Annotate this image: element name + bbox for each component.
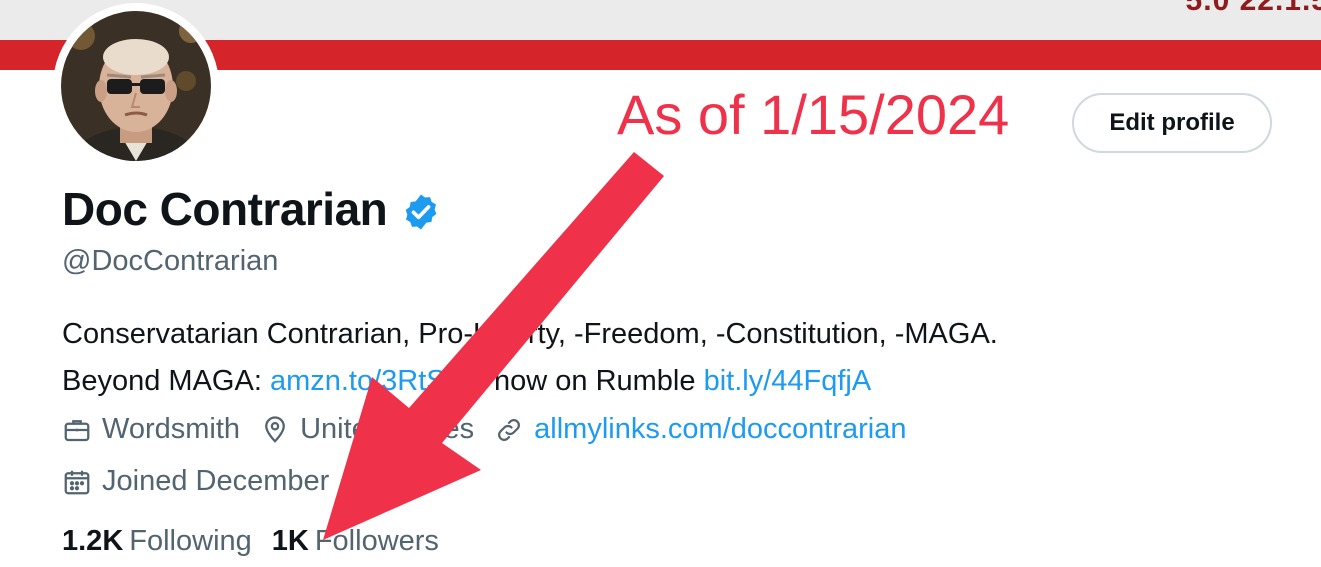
followers-link[interactable]: 1K Followers — [272, 525, 439, 558]
bio-link-amazon[interactable]: amzn.to/3RtS2L — [270, 365, 478, 397]
occupation-text: Wordsmith — [102, 413, 241, 445]
map-pin-icon — [260, 415, 290, 445]
meta-website[interactable]: allmylinks.com/doccontrarian — [494, 413, 906, 446]
user-handle: @DocContrarian — [62, 245, 279, 277]
following-count: 1.2K — [62, 525, 124, 557]
profile-meta-row: Wordsmith United States allmylinks.com/d… — [62, 413, 926, 446]
display-name-text: Doc Contrarian — [62, 183, 388, 235]
profile-bio: Conservatarian Contrarian, Pro-Liberty, … — [62, 311, 998, 405]
bio-line-1: Conservatarian Contrarian, Pro-Liberty, … — [62, 318, 998, 350]
bio-line-2: Beyond MAGA: amzn.to/3RtS2L, now on Rumb… — [62, 358, 998, 405]
meta-location: United States — [260, 413, 474, 446]
follow-stats: 1.2K Following 1K Followers — [62, 525, 459, 558]
display-name: Doc Contrarian — [62, 182, 441, 236]
meta-joined: Joined December — [62, 465, 329, 498]
profile-meta-row-joined: Joined December — [62, 465, 349, 498]
followers-count: 1K — [271, 525, 309, 557]
location-text: United States — [300, 413, 475, 445]
followers-label: Followers — [314, 525, 439, 557]
bio-line-2-prefix: Beyond MAGA: — [62, 365, 270, 397]
verified-badge-icon[interactable] — [401, 189, 441, 230]
link-icon — [494, 415, 524, 445]
bio-link-bitly[interactable]: bit.ly/44FqfjA — [704, 365, 872, 397]
edit-profile-button[interactable]: Edit profile — [1072, 93, 1272, 153]
banner-partial-text: 5.0 22.1.5 — [1185, 0, 1321, 17]
joined-text: Joined December — [102, 465, 330, 497]
briefcase-icon — [62, 415, 92, 445]
calendar-icon — [62, 467, 92, 497]
bio-line-2-middle: , now on Rumble — [477, 365, 704, 397]
following-label: Following — [129, 525, 252, 557]
meta-occupation: Wordsmith — [62, 413, 240, 446]
following-link[interactable]: 1.2K Following — [62, 525, 252, 558]
date-annotation: As of 1/15/2024 — [617, 83, 1010, 146]
website-link[interactable]: allmylinks.com/doccontrarian — [534, 413, 906, 446]
avatar[interactable] — [53, 3, 219, 169]
avatar-image — [61, 11, 211, 161]
